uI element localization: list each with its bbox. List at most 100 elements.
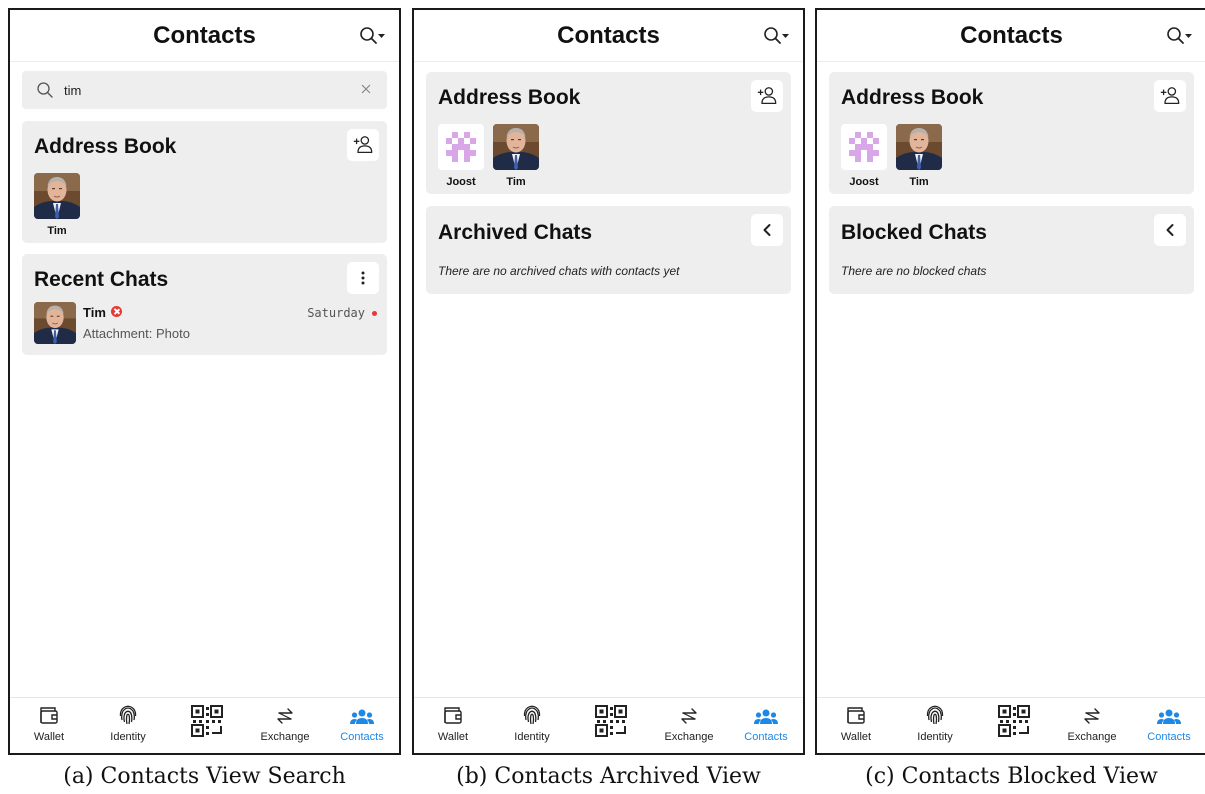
back-button[interactable] bbox=[751, 214, 783, 246]
contact-name: Tim bbox=[909, 176, 929, 188]
nav-item-contacts[interactable]: Contacts bbox=[727, 704, 803, 752]
nav-label: Contacts bbox=[744, 731, 788, 743]
add-contact-button[interactable] bbox=[1154, 80, 1186, 112]
chat-last-message: Attachment: Photo bbox=[83, 326, 190, 341]
nav-label: Identity bbox=[110, 731, 146, 743]
nav-item-contacts[interactable]: Contacts bbox=[323, 704, 399, 752]
nav-label: Wallet bbox=[33, 731, 65, 743]
contact-name: Tim bbox=[47, 225, 67, 237]
nav-item-scan[interactable] bbox=[572, 704, 650, 752]
nav-item-wallet[interactable]: Wallet bbox=[817, 704, 895, 752]
contact-tim[interactable]: Tim bbox=[493, 124, 539, 188]
blocked-chats-card: Blocked Chats There are no blocked chats bbox=[829, 206, 1194, 294]
search-dropdown-icon[interactable] bbox=[358, 25, 386, 47]
search-input[interactable]: tim bbox=[22, 71, 387, 109]
nav-item-exchange[interactable]: Exchange bbox=[246, 704, 324, 752]
contacts-icon bbox=[350, 709, 374, 724]
qr-code-icon bbox=[595, 705, 627, 737]
chat-name: Tim bbox=[83, 305, 106, 320]
fingerprint-icon bbox=[119, 705, 137, 725]
clear-search-icon[interactable] bbox=[359, 82, 373, 96]
chevron-left-icon bbox=[1166, 224, 1174, 236]
search-icon bbox=[37, 82, 53, 98]
search-dropdown-icon[interactable] bbox=[762, 25, 790, 47]
nav-item-identity[interactable]: Identity bbox=[896, 704, 974, 752]
exchange-icon bbox=[681, 708, 697, 724]
add-person-icon bbox=[352, 134, 374, 156]
contact-tim[interactable]: Tim bbox=[34, 173, 80, 237]
fingerprint-icon bbox=[523, 705, 541, 725]
nav-item-identity[interactable]: Identity bbox=[89, 704, 167, 752]
chat-timestamp: Saturday bbox=[307, 306, 365, 320]
contact-name: Tim bbox=[506, 176, 526, 188]
page-title: Contacts bbox=[153, 22, 256, 49]
nav-label: Contacts bbox=[340, 731, 384, 743]
wallet-icon bbox=[40, 707, 58, 724]
chat-list-item[interactable]: Tim Attachment: Photo Saturday bbox=[34, 302, 379, 346]
nav-label: Contacts bbox=[1147, 731, 1191, 743]
avatar bbox=[34, 173, 80, 219]
avatar bbox=[493, 124, 539, 170]
identicon-avatar bbox=[841, 124, 887, 170]
nav-item-contacts[interactable]: Contacts bbox=[1130, 704, 1205, 752]
back-button[interactable] bbox=[1154, 214, 1186, 246]
add-contact-button[interactable] bbox=[347, 129, 379, 161]
nav-item-identity[interactable]: Identity bbox=[493, 704, 571, 752]
archived-chats-title: Archived Chats bbox=[438, 221, 593, 244]
figure-caption: (c) Contacts Blocked View bbox=[865, 764, 1158, 789]
contact-joost[interactable]: Joost bbox=[841, 124, 887, 188]
nav-label: Exchange bbox=[664, 731, 714, 743]
page-title: Contacts bbox=[557, 22, 660, 49]
contact-name: Joost bbox=[446, 176, 476, 188]
contacts-icon bbox=[1157, 709, 1181, 724]
empty-state-text: There are no blocked chats bbox=[841, 264, 987, 278]
nav-item-wallet[interactable]: Wallet bbox=[10, 704, 88, 752]
add-contact-button[interactable] bbox=[751, 80, 783, 112]
nav-item-wallet[interactable]: Wallet bbox=[414, 704, 492, 752]
nav-item-scan[interactable] bbox=[168, 704, 246, 752]
qr-code-icon bbox=[998, 705, 1030, 737]
fingerprint-icon bbox=[926, 705, 944, 725]
contact-joost[interactable]: Joost bbox=[438, 124, 484, 188]
address-book-title: Address Book bbox=[841, 86, 984, 109]
phone-screen-blocked: Contacts Address Book Joost Tim Blocked … bbox=[815, 8, 1205, 755]
recent-chats-title: Recent Chats bbox=[34, 268, 169, 291]
bottom-nav: Wallet Identity Exchange Contacts bbox=[10, 697, 399, 753]
exchange-icon bbox=[1084, 708, 1100, 724]
unread-indicator bbox=[372, 311, 377, 316]
address-book-title: Address Book bbox=[438, 86, 581, 109]
nav-item-exchange[interactable]: Exchange bbox=[650, 704, 728, 752]
more-options-button[interactable] bbox=[347, 262, 379, 294]
nav-label: Identity bbox=[514, 731, 550, 743]
add-person-icon bbox=[756, 85, 778, 107]
phone-screen-search: Contacts tim Address Book Tim Recent Cha… bbox=[8, 8, 401, 755]
qr-code-icon bbox=[191, 705, 223, 737]
nav-label: Wallet bbox=[437, 731, 469, 743]
nav-label: Identity bbox=[917, 731, 953, 743]
chevron-left-icon bbox=[763, 224, 771, 236]
contact-name: Joost bbox=[849, 176, 879, 188]
contact-tim[interactable]: Tim bbox=[896, 124, 942, 188]
search-query[interactable]: tim bbox=[64, 83, 81, 98]
address-book-title: Address Book bbox=[34, 135, 177, 158]
search-dropdown-icon[interactable] bbox=[1165, 25, 1193, 47]
app-header: Contacts bbox=[414, 10, 803, 62]
phone-screen-archived: Contacts Address Book Joost Tim Archived… bbox=[412, 8, 805, 755]
page-title: Contacts bbox=[960, 22, 1063, 49]
nav-item-exchange[interactable]: Exchange bbox=[1053, 704, 1131, 752]
nav-label: Wallet bbox=[840, 731, 872, 743]
app-header: Contacts bbox=[817, 10, 1205, 62]
recent-chats-card: Recent Chats Tim Attachment: Photo Satur… bbox=[22, 254, 387, 355]
add-person-icon bbox=[1159, 85, 1181, 107]
nav-item-scan[interactable] bbox=[975, 704, 1053, 752]
wallet-icon bbox=[847, 707, 865, 724]
address-book-card: Address Book Joost Tim bbox=[829, 72, 1194, 194]
address-book-card: Address Book Tim bbox=[22, 121, 387, 243]
more-vertical-icon bbox=[361, 271, 365, 285]
nav-label: Exchange bbox=[260, 731, 310, 743]
avatar bbox=[34, 302, 76, 344]
exchange-icon bbox=[277, 708, 293, 724]
bottom-nav: Wallet Identity Exchange Contacts bbox=[817, 697, 1205, 753]
blocked-chats-title: Blocked Chats bbox=[841, 221, 987, 244]
figure-caption: (b) Contacts Archived View bbox=[456, 764, 761, 789]
